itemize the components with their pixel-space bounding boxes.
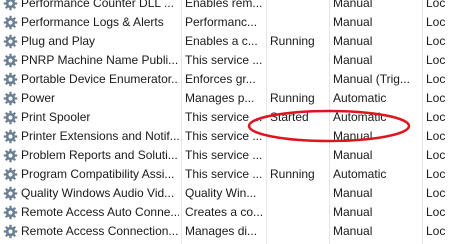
service-log-on-as: Loc xyxy=(426,167,446,181)
service-row-performance-logs-alerts[interactable]: Performance Logs & Alerts Performanc... Ma… xyxy=(0,13,456,32)
service-log-on-as: Loc xyxy=(426,186,446,200)
service-row-printer-extensions-and-notif[interactable]: Printer Extensions and Notif... This serv… xyxy=(0,127,456,146)
service-startup-type: Manual xyxy=(333,53,373,67)
service-description: Performanc... xyxy=(185,15,258,29)
service-log-on-as: Loc xyxy=(426,34,446,48)
service-description: Quality Win... xyxy=(185,186,257,200)
service-log-on-as: Loc xyxy=(426,148,446,162)
service-name: Power xyxy=(21,91,56,105)
service-log-on-as: Loc xyxy=(426,224,446,238)
service-name: Remote Access Auto Conne... xyxy=(21,205,179,219)
service-startup-type: Manual (Trig... xyxy=(333,72,410,86)
service-startup-type: Manual xyxy=(333,15,373,29)
service-status xyxy=(270,0,328,13)
service-description: Enables a c... xyxy=(185,34,258,48)
gear-icon xyxy=(3,91,18,106)
gear-icon xyxy=(3,110,18,125)
service-status: Running xyxy=(270,91,315,105)
service-status: Started xyxy=(270,110,309,124)
service-description: This service ... xyxy=(185,148,263,162)
service-description: Enforces gr... xyxy=(185,72,256,86)
service-name: Printer Extensions and Notif... xyxy=(21,129,179,143)
services-list: Performance Counter DLL ... Enables rem..… xyxy=(0,0,456,244)
service-startup-type: Manual xyxy=(333,129,373,143)
service-status: Running xyxy=(270,34,315,48)
service-startup-type: Automatic xyxy=(333,91,387,105)
gear-icon xyxy=(3,34,18,49)
service-startup-type: Automatic xyxy=(333,167,387,181)
service-name: Problem Reports and Soluti... xyxy=(21,148,178,162)
service-status xyxy=(270,222,328,241)
service-row-portable-device-enumerator[interactable]: Portable Device Enumerator... Enforces gr… xyxy=(0,70,456,89)
gear-icon xyxy=(3,186,18,201)
service-startup-type: Manual xyxy=(333,224,373,238)
service-status xyxy=(270,70,328,89)
service-description: This service ... xyxy=(185,53,263,67)
service-log-on-as: Loc xyxy=(426,53,446,67)
service-status xyxy=(270,146,328,165)
service-row-power[interactable]: Power Manages p... Running Automatic Loc xyxy=(0,89,456,108)
service-name: PNRP Machine Name Publi... xyxy=(21,53,179,67)
service-description: This service ... xyxy=(185,167,263,181)
service-row-quality-windows-audio-vid[interactable]: Quality Windows Audio Vid... Quality Win.… xyxy=(0,184,456,203)
service-startup-type: Automatic xyxy=(333,110,387,124)
service-description: Manages p... xyxy=(185,91,255,105)
service-startup-type: Manual xyxy=(333,205,373,219)
gear-icon xyxy=(3,148,18,163)
service-status xyxy=(270,127,328,146)
service-status xyxy=(270,203,328,222)
service-description: Creates a co... xyxy=(185,205,264,219)
service-row-print-spooler[interactable]: Print Spooler This service ... Started Auto… xyxy=(0,108,456,127)
gear-icon xyxy=(3,72,18,87)
service-status: Running xyxy=(270,167,315,181)
gear-icon xyxy=(3,0,18,11)
service-name: Remote Access Connection... xyxy=(21,224,179,238)
service-name: Performance Logs & Alerts xyxy=(21,15,164,29)
service-row-performance-counter-dll[interactable]: Performance Counter DLL ... Enables rem..… xyxy=(0,0,456,13)
service-status xyxy=(270,13,328,32)
service-log-on-as: Loc xyxy=(426,15,446,29)
service-name: Portable Device Enumerator... xyxy=(21,72,179,86)
service-log-on-as: Loc xyxy=(426,0,446,10)
service-status xyxy=(270,184,328,203)
service-status xyxy=(270,51,328,70)
service-name: Quality Windows Audio Vid... xyxy=(21,186,175,200)
service-row-remote-access-connection[interactable]: Remote Access Connection... Manages di...… xyxy=(0,222,456,241)
service-row-program-compatibility-assi[interactable]: Program Compatibility Assi... This servic… xyxy=(0,165,456,184)
gear-icon xyxy=(3,205,18,220)
service-startup-type: Manual xyxy=(333,0,373,10)
service-log-on-as: Loc xyxy=(426,91,446,105)
service-name: Print Spooler xyxy=(21,110,91,124)
gear-icon xyxy=(3,15,18,30)
service-row-pnrp-machine-name-publi[interactable]: PNRP Machine Name Publi... This service .… xyxy=(0,51,456,70)
service-description: Enables rem... xyxy=(185,0,263,10)
service-description: Manages di... xyxy=(185,224,258,238)
service-description: This service ... xyxy=(185,110,263,124)
gear-icon xyxy=(3,129,18,144)
service-startup-type: Manual xyxy=(333,148,373,162)
service-name: Program Compatibility Assi... xyxy=(21,167,175,181)
service-startup-type: Manual xyxy=(333,34,373,48)
service-name: Plug and Play xyxy=(21,34,96,48)
gear-icon xyxy=(3,53,18,68)
gear-icon xyxy=(3,224,18,239)
service-description: This service ... xyxy=(185,129,263,143)
service-startup-type: Manual xyxy=(333,186,373,200)
service-row-problem-reports-and-soluti[interactable]: Problem Reports and Soluti... This servic… xyxy=(0,146,456,165)
service-log-on-as: Loc xyxy=(426,205,446,219)
service-log-on-as: Loc xyxy=(426,110,446,124)
service-log-on-as: Loc xyxy=(426,129,446,143)
gear-icon xyxy=(3,167,18,182)
service-row-plug-and-play[interactable]: Plug and Play Enables a c... Running Manual… xyxy=(0,32,456,51)
service-log-on-as: Loc xyxy=(426,72,446,86)
service-name: Performance Counter DLL ... xyxy=(21,0,174,10)
service-row-remote-access-auto-conne[interactable]: Remote Access Auto Conne... Creates a co.… xyxy=(0,203,456,222)
